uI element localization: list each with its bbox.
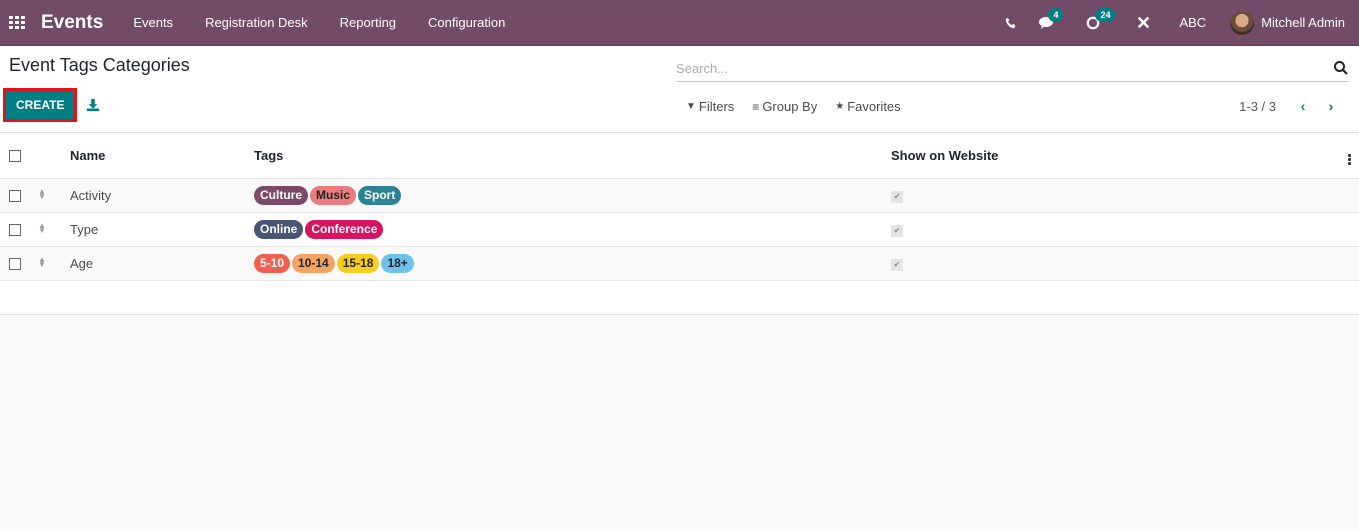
user-name: Mitchell Admin [1261, 15, 1345, 30]
group-by-button[interactable]: ≡ Group By [752, 99, 817, 114]
messages-badge: 4 [1048, 8, 1064, 22]
search-icon[interactable] [1333, 60, 1349, 76]
drag-handle-icon[interactable]: ▲ ▼ [38, 188, 46, 201]
drag-handle-icon[interactable]: ▲ ▼ [38, 222, 46, 235]
company-switcher[interactable]: ABC [1161, 15, 1230, 30]
tag-badge: 5-10 [254, 253, 291, 273]
column-tags[interactable]: Tags [254, 133, 891, 178]
chevron-right-icon[interactable]: › [1317, 96, 1345, 116]
column-name[interactable]: Name [70, 133, 254, 178]
activities-badge: 24 [1095, 8, 1116, 22]
cell-show-on-website: ✔ [891, 212, 1316, 246]
cell-tags[interactable]: Culture Music Sport [254, 178, 891, 212]
tag-badge: 10-14 [292, 253, 335, 273]
list-table: Name Tags Show on Website ▲ ▼ Activity Cu… [0, 133, 1359, 315]
cell-tags[interactable]: 5-10 10-14 15-18 18+ [254, 246, 891, 280]
menu-configuration[interactable]: Configuration [412, 0, 521, 46]
app-brand[interactable]: Events [41, 12, 103, 34]
select-all-checkbox[interactable] [9, 150, 21, 163]
drag-handle-icon[interactable]: ▲ ▼ [38, 256, 46, 269]
empty-row [0, 280, 1359, 314]
apps-menu-icon[interactable] [9, 15, 27, 30]
row-checkbox[interactable] [9, 224, 21, 237]
tag-badge: Music [310, 185, 357, 205]
filter-icon: ▼ [686, 101, 696, 112]
tools-icon[interactable] [1126, 0, 1161, 45]
top-navbar: Events Events Registration Desk Reportin… [0, 0, 1359, 46]
optional-columns-icon[interactable] [1348, 154, 1351, 166]
pager-nav: ‹ › [1289, 96, 1345, 116]
user-menu[interactable]: Mitchell Admin [1230, 10, 1359, 35]
favorites-button[interactable]: ★ Favorites [835, 99, 900, 114]
tag-badge: Conference [305, 219, 384, 239]
bars-icon: ≡ [752, 99, 760, 114]
systray: 4 24 ABC Mitchell Admin [994, 0, 1359, 45]
tag-badge: 15-18 [336, 253, 380, 273]
row-checkbox[interactable] [9, 258, 21, 271]
download-icon[interactable] [86, 98, 100, 112]
control-panel: Event Tags Categories CREATE ▼Filters ≡G… [0, 46, 1359, 133]
column-show-on-website[interactable]: Show on Website [891, 133, 1316, 178]
table-row[interactable]: ▲ ▼ Activity Culture Music Sport ✔ [0, 178, 1359, 212]
website-checkbox: ✔ [891, 225, 903, 237]
table-row[interactable]: ▲ ▼ Type Online Conference ✔ [0, 212, 1359, 246]
tag-badge: Culture [254, 185, 308, 205]
cell-name[interactable]: Activity [70, 178, 254, 212]
chevron-left-icon[interactable]: ‹ [1289, 96, 1317, 116]
star-icon: ★ [835, 101, 845, 112]
page-title: Event Tags Categories [9, 55, 190, 75]
filters-button[interactable]: ▼ Filters [686, 99, 734, 114]
cell-show-on-website: ✔ [891, 178, 1316, 212]
row-checkbox[interactable] [9, 190, 21, 203]
cell-tags[interactable]: Online Conference [254, 212, 891, 246]
create-button[interactable]: CREATE [6, 91, 75, 119]
search-options: ▼ Filters ≡ Group By ★ Favorites [686, 99, 919, 114]
cell-show-on-website: ✔ [891, 246, 1316, 280]
menu-events[interactable]: Events [117, 0, 189, 46]
main-menu: Events Registration Desk Reporting Confi… [117, 0, 521, 46]
table-header: Name Tags Show on Website [0, 133, 1359, 178]
cell-name[interactable]: Type [70, 212, 254, 246]
tag-badge: 18+ [381, 253, 414, 273]
tag-badge: Online [254, 219, 304, 239]
messages-button[interactable]: 4 [1028, 0, 1075, 45]
search-input[interactable] [676, 55, 1333, 81]
activities-button[interactable]: 24 [1075, 0, 1126, 45]
phone-icon[interactable] [994, 0, 1028, 45]
table-row[interactable]: ▲ ▼ Age 5-10 10-14 15-18 18+ ✔ [0, 246, 1359, 280]
pager-value[interactable]: 1-3 / 3 [1239, 99, 1276, 114]
tag-badge: Sport [358, 185, 402, 205]
menu-reporting[interactable]: Reporting [324, 0, 412, 46]
avatar [1230, 10, 1255, 35]
search-bar [676, 55, 1349, 82]
create-highlight: CREATE [3, 88, 78, 122]
website-checkbox: ✔ [891, 259, 903, 271]
website-checkbox: ✔ [891, 191, 903, 203]
menu-registration-desk[interactable]: Registration Desk [189, 0, 324, 46]
cell-name[interactable]: Age [70, 246, 254, 280]
